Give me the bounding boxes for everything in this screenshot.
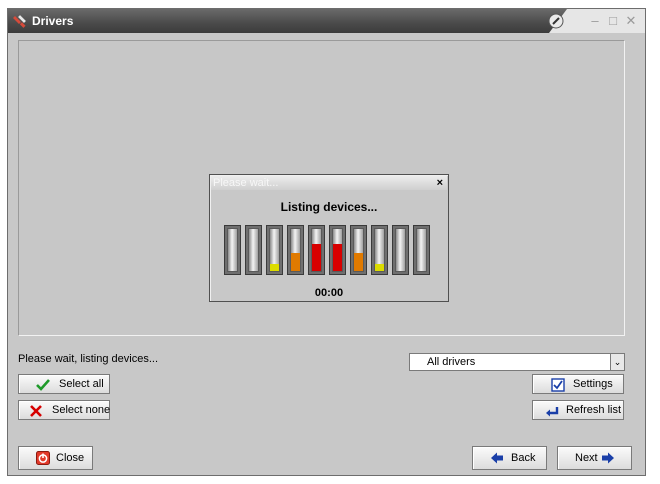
check-icon (36, 379, 50, 391)
dialog-message: Listing devices... (280, 200, 378, 214)
progress-bar (224, 225, 241, 275)
refresh-list-label: Refresh list (566, 404, 622, 416)
chevron-down-icon[interactable]: ⌄ (610, 354, 624, 370)
progress-bar-fill (375, 264, 384, 271)
progress-bar (329, 225, 346, 275)
x-icon (30, 405, 42, 417)
next-label: Next (575, 452, 598, 464)
progress-bar (392, 225, 409, 275)
settings-button[interactable]: Settings (532, 374, 624, 394)
power-icon (36, 451, 50, 465)
dialog-title-bar: Please wait... × (211, 176, 447, 190)
progress-bar-tube (311, 228, 322, 272)
progress-bar-fill (333, 244, 342, 271)
progress-bar-tube (374, 228, 385, 272)
close-label: Close (56, 452, 85, 464)
checkbox-icon (551, 378, 565, 392)
back-label: Back (511, 452, 536, 464)
dropdown-selected-value: All drivers (427, 356, 476, 368)
progress-bar (245, 225, 262, 275)
select-all-button[interactable]: Select all (18, 374, 110, 394)
select-none-label: Select none (52, 404, 111, 416)
progress-bar-fill (312, 244, 321, 271)
progress-bar-tube (395, 228, 406, 272)
progress-bar (371, 225, 388, 275)
progress-bar (308, 225, 325, 275)
progress-bar-tube (269, 228, 280, 272)
next-button[interactable]: Next (557, 446, 632, 470)
progress-bar-tube (227, 228, 238, 272)
refresh-arrow-icon (546, 407, 559, 417)
progress-bar-tube (332, 228, 343, 272)
progress-bar (413, 225, 430, 275)
title-bar[interactable]: Drivers – □ ✕ (8, 9, 645, 33)
progress-bar-tube (290, 228, 301, 272)
progress-bar-tube (248, 228, 259, 272)
minimize-icon[interactable]: – (588, 14, 602, 28)
progress-bars (224, 225, 434, 275)
arrow-right-icon (602, 452, 614, 464)
driver-filter-dropdown[interactable]: All drivers ⌄ (409, 353, 625, 371)
select-all-label: Select all (59, 378, 104, 390)
dialog-close-icon[interactable]: × (437, 176, 443, 190)
status-text: Please wait, listing devices... (18, 353, 159, 365)
progress-bar-fill (291, 253, 300, 271)
drivers-window: Drivers – □ ✕ Please wait... × Listing d… (7, 8, 646, 476)
arrow-left-icon (491, 452, 503, 464)
please-wait-dialog: Please wait... × Listing devices... 00:0… (209, 174, 449, 302)
refresh-list-button[interactable]: Refresh list (532, 400, 624, 420)
elapsed-timer: 00:00 (314, 287, 344, 299)
progress-bar (287, 225, 304, 275)
progress-bar-tube (416, 228, 427, 272)
select-none-button[interactable]: Select none (18, 400, 110, 420)
progress-bar (266, 225, 283, 275)
close-button[interactable]: Close (18, 446, 93, 470)
progress-bar-tube (353, 228, 364, 272)
close-icon[interactable]: ✕ (624, 14, 638, 28)
dialog-title: Please wait... (213, 177, 279, 189)
pin-icon[interactable] (548, 13, 564, 29)
window-title: Drivers (32, 14, 74, 28)
back-button[interactable]: Back (472, 446, 547, 470)
progress-bar (350, 225, 367, 275)
progress-bar-fill (354, 253, 363, 271)
settings-label: Settings (573, 378, 613, 390)
drivers-app-icon (13, 14, 27, 28)
progress-bar-fill (270, 264, 279, 271)
maximize-icon[interactable]: □ (606, 14, 620, 28)
